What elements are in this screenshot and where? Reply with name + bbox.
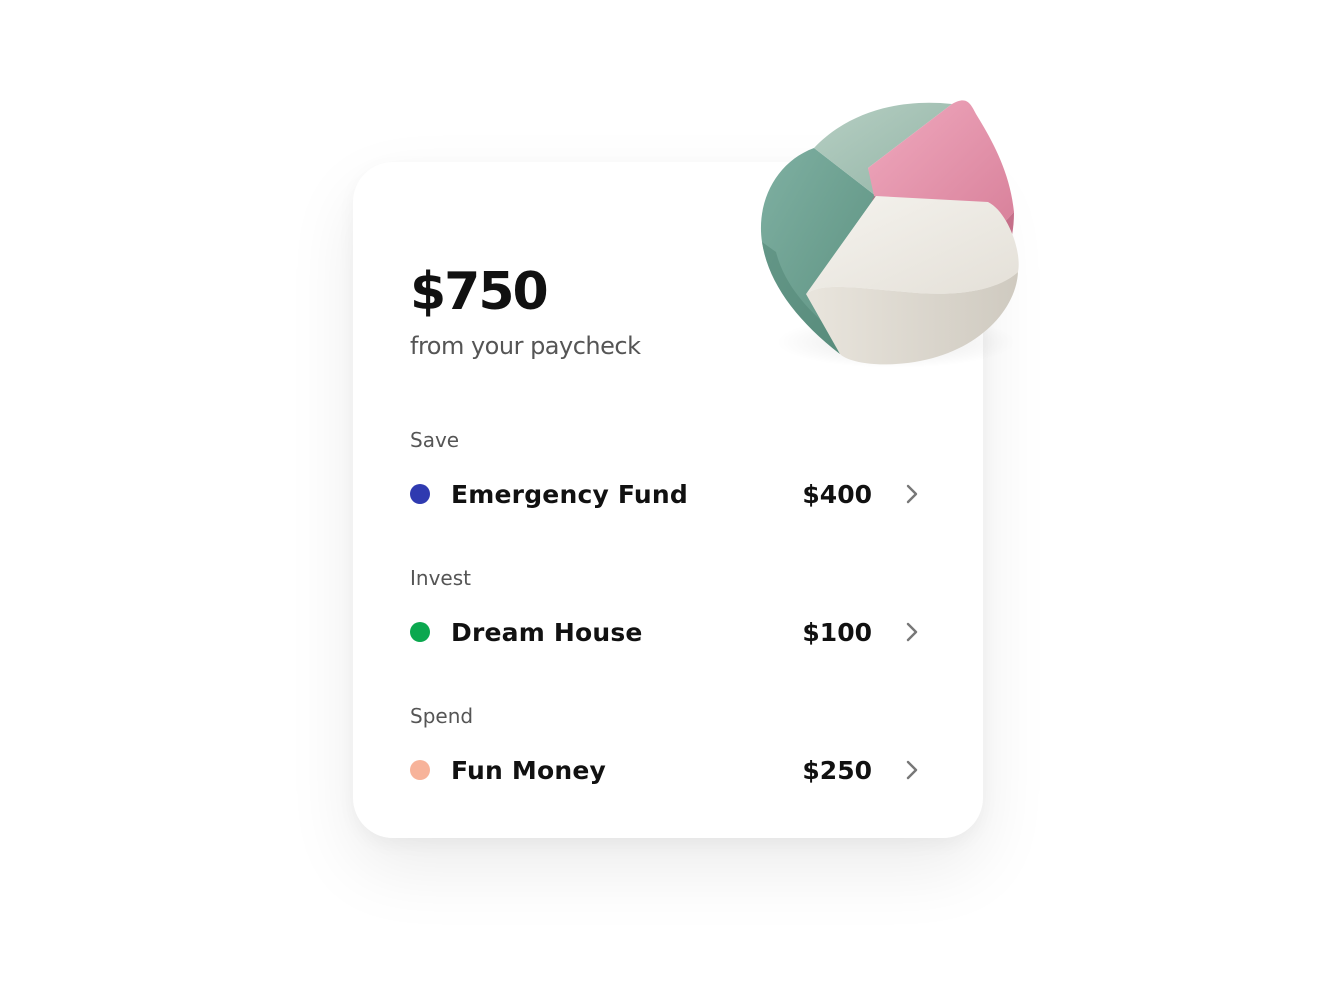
section-label-invest: Invest — [410, 566, 471, 590]
allocation-row-emergency-fund[interactable]: Emergency Fund $400 — [410, 474, 920, 514]
chevron-right-icon[interactable] — [904, 483, 920, 505]
allocation-name: Fun Money — [451, 755, 607, 785]
stage: $750 from your paycheck Save Emergency F… — [0, 0, 1336, 1000]
allocation-amount: $100 — [802, 617, 872, 647]
color-dot — [410, 484, 430, 504]
allocation-amount: $400 — [802, 479, 872, 509]
paycheck-amount: $750 — [410, 262, 549, 322]
chevron-right-icon[interactable] — [904, 621, 920, 643]
allocation-row-dream-house[interactable]: Dream House $100 — [410, 612, 920, 652]
color-dot — [410, 760, 430, 780]
pie-chart-3d-icon — [760, 100, 1019, 368]
allocation-row-fun-money[interactable]: Fun Money $250 — [410, 750, 920, 790]
chevron-right-icon[interactable] — [904, 759, 920, 781]
allocation-name: Emergency Fund — [451, 479, 689, 509]
paycheck-subtitle: from your paycheck — [410, 332, 641, 360]
allocation-amount: $250 — [802, 755, 872, 785]
section-label-save: Save — [410, 428, 460, 452]
allocation-name: Dream House — [451, 617, 643, 647]
section-label-spend: Spend — [410, 704, 474, 728]
color-dot — [410, 622, 430, 642]
